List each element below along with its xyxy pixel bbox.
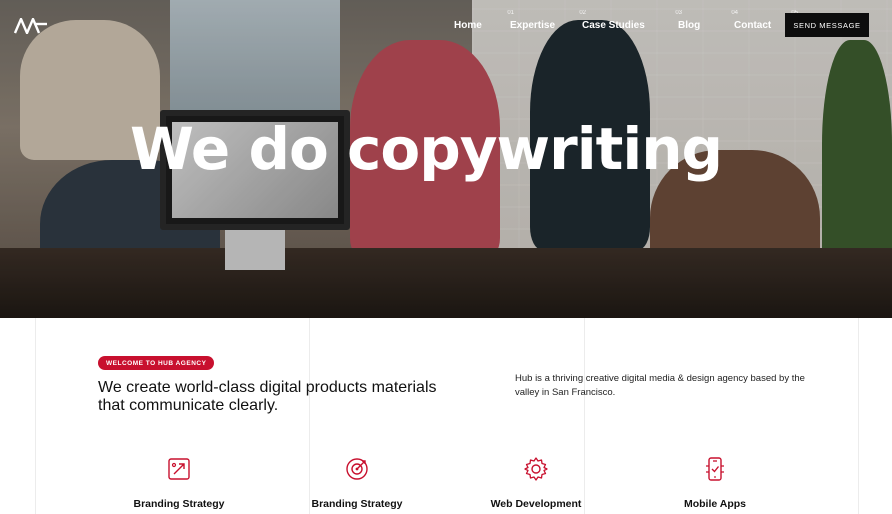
nav-item-blog[interactable]: 04 Blog [678, 10, 738, 38]
nav-item-label: Contact [734, 20, 772, 31]
service-branding-strategy-2[interactable]: Branding Strategy [282, 456, 432, 510]
nav-item-label: Expertise [510, 20, 556, 31]
nav-item-home[interactable]: 01 Home [454, 10, 514, 38]
nav-item-label: Home [454, 20, 482, 31]
send-message-button[interactable]: SEND MESSAGE [785, 13, 869, 37]
service-label: Mobile Apps [683, 498, 747, 510]
nav-item-case-studies[interactable]: 03 Case Studies [582, 10, 682, 38]
welcome-badge: WELCOME TO HUB AGENCY [98, 356, 215, 370]
service-mobile-apps[interactable]: Mobile Apps [640, 456, 790, 510]
service-label: Branding Strategy [133, 498, 225, 510]
main-nav: 01 Home 02 Expertise 03 Case Studies 04 … [454, 10, 798, 38]
service-branding-strategy[interactable]: Branding Strategy [104, 456, 254, 510]
hero-title: We do copywriting [130, 115, 723, 183]
grid-divider [35, 318, 36, 514]
hero-image: We do copywriting [0, 0, 892, 318]
nav-item-expertise[interactable]: 02 Expertise [510, 10, 586, 38]
service-label: Branding Strategy [311, 498, 403, 510]
nav-item-label: Case Studies [582, 20, 645, 31]
gear-icon [524, 457, 548, 481]
mobile-icon [706, 457, 724, 481]
service-label: Web Development [490, 498, 582, 510]
intro-headline: We create world-class digital products m… [98, 379, 437, 414]
target-icon [346, 458, 368, 480]
grid-divider [858, 318, 859, 514]
service-web-development[interactable]: Web Development [461, 456, 611, 510]
nav-item-label: Blog [678, 20, 701, 31]
branding-icon [168, 458, 190, 480]
intro-description: Hub is a thriving creative digital media… [515, 373, 805, 398]
logo-icon[interactable] [14, 18, 48, 34]
